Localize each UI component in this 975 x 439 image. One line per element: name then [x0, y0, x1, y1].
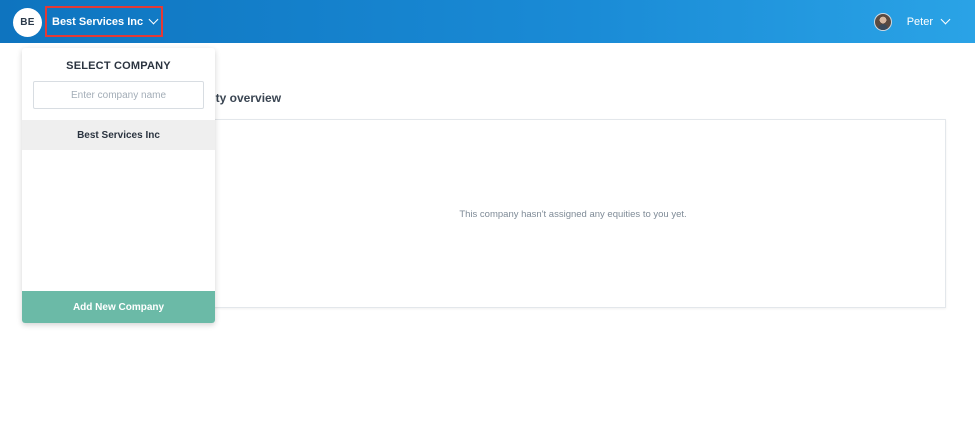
dropdown-title: SELECT COMPANY: [66, 60, 171, 72]
chevron-down-icon: [940, 14, 951, 25]
add-new-company-button[interactable]: Add New Company: [22, 291, 215, 323]
company-switcher-button[interactable]: Best Services Inc: [45, 6, 163, 37]
company-search-input[interactable]: [33, 81, 204, 109]
user-name: Peter: [906, 15, 933, 28]
company-select-dropdown: SELECT COMPANY Best Services Inc Add New…: [22, 48, 215, 323]
company-option[interactable]: Best Services Inc: [22, 120, 215, 150]
user-avatar: [873, 12, 892, 31]
equities-panel: This company hasn't assigned any equitie…: [200, 119, 946, 308]
company-avatar[interactable]: BE: [13, 8, 42, 37]
chevron-down-icon: [148, 14, 159, 25]
empty-state-message: This company hasn't assigned any equitie…: [459, 209, 687, 220]
page-title: uity overview: [205, 91, 282, 105]
current-company-name: Best Services Inc: [52, 15, 144, 28]
company-initials: BE: [20, 17, 35, 28]
top-bar: BE Best Services Inc Peter: [0, 0, 975, 43]
user-menu[interactable]: Peter: [873, 12, 951, 31]
